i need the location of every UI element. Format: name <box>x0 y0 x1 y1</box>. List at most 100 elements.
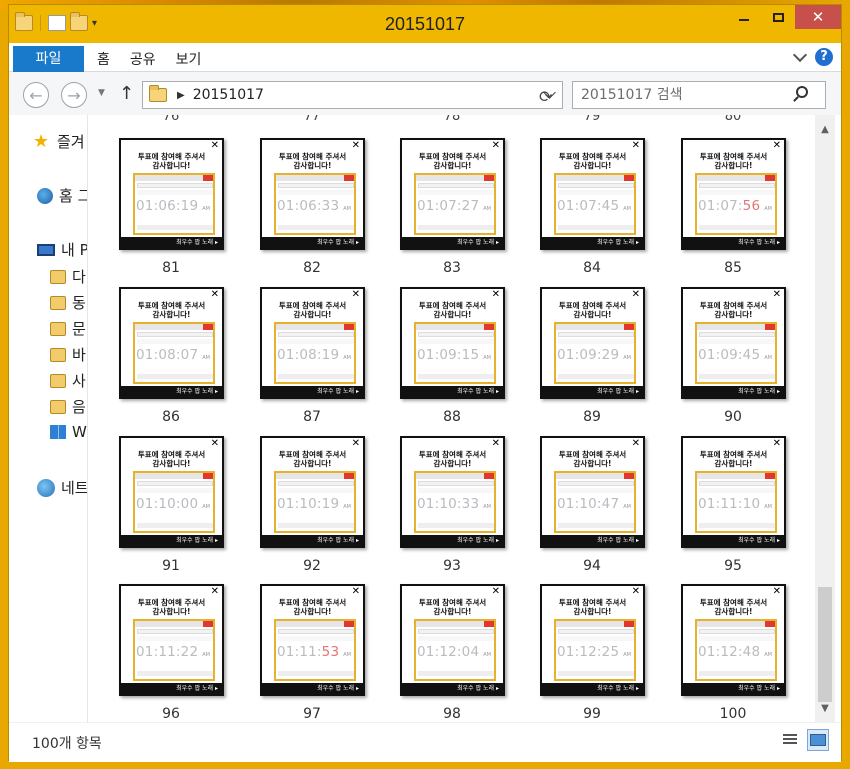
file-thumbnail[interactable]: ✕ 투표에 참여해 주셔서 감사합니다! 01:11:10 AM 최우수 팝 노래 ▸ <box>681 436 786 548</box>
nav-this-pc[interactable]: 내 P <box>37 239 87 260</box>
file-thumbnail[interactable]: ✕ 투표에 참여해 주셔서 감사합니다! 01:12:48 AM 최우수 팝 노래 ▸ <box>681 584 786 696</box>
file-thumbnail[interactable]: ✕ 투표에 참여해 주셔서 감사합니다! 01:10:47 AM 최우수 팝 노래 ▸ <box>540 436 645 548</box>
browser-toolbar <box>278 339 354 344</box>
up-folder-button[interactable]: ↑ <box>119 83 134 104</box>
file-thumbnail[interactable]: ✕ 투표에 참여해 주셔서 감사합니다! 01:07:45 AM 최우수 팝 노래 ▸ <box>540 138 645 250</box>
file-thumbnail[interactable]: ✕ 투표에 참여해 주셔서 감사합니다! 01:09:45 AM 최우수 팝 노래 ▸ <box>681 287 786 399</box>
file-label[interactable]: 89 <box>532 409 652 425</box>
nav-downloads[interactable]: 다 <box>50 266 86 287</box>
large-icons-view-button[interactable] <box>807 729 829 751</box>
browser-statusbar <box>699 523 775 528</box>
nav-music[interactable]: 음 <box>50 396 86 417</box>
file-thumbnail[interactable]: ✕ 투표에 참여해 주셔서 감사합니다! 01:07:56 AM 최우수 팝 노래 ▸ <box>681 138 786 250</box>
file-label[interactable]: 90 <box>673 409 793 425</box>
nav-windows-drive[interactable]: W <box>50 423 87 441</box>
file-thumbnail[interactable]: ✕ 투표에 참여해 주셔서 감사합니다! 01:10:33 AM 최우수 팝 노래 ▸ <box>400 436 505 548</box>
file-label[interactable]: 99 <box>532 706 652 722</box>
file-label[interactable]: 83 <box>392 260 512 276</box>
nav-documents[interactable]: 문 <box>50 318 86 339</box>
file-label[interactable]: 95 <box>673 558 793 574</box>
file-thumbnail[interactable]: ✕ 투표에 참여해 주셔서 감사합니다! 01:08:07 AM 최우수 팝 노래 ▸ <box>119 287 224 399</box>
breadcrumb-current-folder[interactable]: 20151017 <box>193 87 264 103</box>
maximize-button[interactable] <box>761 5 795 29</box>
file-thumbnail[interactable]: ✕ 투표에 참여해 주셔서 감사합니다! 01:06:19 AM 최우수 팝 노래 ▸ <box>119 138 224 250</box>
tab-share[interactable]: 공유 <box>130 49 156 69</box>
browser-titlebar <box>556 473 634 479</box>
file-label[interactable]: 94 <box>532 558 652 574</box>
back-button[interactable]: ← <box>23 82 49 108</box>
scrollbar-thumb[interactable] <box>818 587 832 702</box>
clock-time: 01:09:29 <box>557 347 619 363</box>
browser-toolbar <box>137 339 213 344</box>
scroll-down-icon[interactable]: ▼ <box>815 698 835 718</box>
forward-button[interactable]: → <box>61 82 87 108</box>
vertical-scrollbar[interactable]: ▲ ▼ <box>815 115 835 722</box>
title-bar[interactable]: ▾ 20151017 ✕ <box>9 5 841 43</box>
file-thumbnail[interactable]: ✕ 투표에 참여해 주셔서 감사합니다! 01:06:33 AM 최우수 팝 노래 ▸ <box>260 138 365 250</box>
file-thumbnail[interactable]: ✕ 투표에 참여해 주셔서 감사합니다! 01:11:22 AM 최우수 팝 노래 ▸ <box>119 584 224 696</box>
nav-network[interactable]: 네트 <box>37 477 87 498</box>
thumbnail-message: 투표에 참여해 주셔서 감사합니다! <box>683 301 784 319</box>
address-bar[interactable]: ▶ 20151017 <box>142 81 563 109</box>
tab-file[interactable]: 파일 <box>13 46 84 72</box>
file-label[interactable]: 87 <box>252 409 372 425</box>
file-label[interactable]: 85 <box>673 260 793 276</box>
file-label[interactable]: 98 <box>392 706 512 722</box>
tab-home[interactable]: 홈 <box>97 49 110 69</box>
browser-statusbar <box>137 225 213 230</box>
recent-locations-dropdown-icon[interactable]: ▼ <box>98 88 105 98</box>
nav-pictures[interactable]: 사 <box>50 370 86 391</box>
browser-statusbar <box>278 523 354 528</box>
file-thumbnail[interactable]: ✕ 투표에 참여해 주셔서 감사합니다! 01:10:00 AM 최우수 팝 노래 ▸ <box>119 436 224 548</box>
file-thumbnail[interactable]: ✕ 투표에 참여해 주셔서 감사합니다! 01:12:04 AM 최우수 팝 노래 ▸ <box>400 584 505 696</box>
browser-address <box>418 332 494 337</box>
help-icon[interactable]: ? <box>815 48 833 66</box>
file-label[interactable]: 82 <box>252 260 372 276</box>
nav-videos[interactable]: 동 <box>50 292 86 313</box>
file-label[interactable]: 84 <box>532 260 652 276</box>
expand-ribbon-chevron-icon[interactable] <box>792 47 808 63</box>
file-thumbnail[interactable]: ✕ 투표에 참여해 주셔서 감사합니다! 01:09:29 AM 최우수 팝 노래 ▸ <box>540 287 645 399</box>
file-label-partial[interactable]: 76 <box>111 115 231 124</box>
nav-homegroup[interactable]: 홈 그 <box>37 185 87 206</box>
file-label[interactable]: 93 <box>392 558 512 574</box>
file-label[interactable]: 88 <box>392 409 512 425</box>
clock-time-main: 01:11:22 <box>136 644 199 660</box>
file-label[interactable]: 96 <box>111 706 231 722</box>
file-label[interactable]: 100 <box>673 706 793 722</box>
file-label-partial[interactable]: 78 <box>392 115 512 124</box>
file-label[interactable]: 86 <box>111 409 231 425</box>
file-label-partial[interactable]: 80 <box>673 115 793 124</box>
breadcrumb-chevron-icon[interactable]: ▶ <box>177 90 185 101</box>
browser-titlebar <box>697 175 775 181</box>
nav-desktop[interactable]: 바 <box>50 344 86 365</box>
message-line: 감사합니다! <box>293 607 332 616</box>
file-label[interactable]: 81 <box>111 260 231 276</box>
file-thumbnail[interactable]: ✕ 투표에 참여해 주셔서 감사합니다! 01:07:27 AM 최우수 팝 노래 ▸ <box>400 138 505 250</box>
file-thumbnail[interactable]: ✕ 투표에 참여해 주셔서 감사합니다! 01:09:15 AM 최우수 팝 노래 ▸ <box>400 287 505 399</box>
close-button[interactable]: ✕ <box>795 5 841 29</box>
file-label[interactable]: 97 <box>252 706 372 722</box>
clock-time-main: 01:10:33 <box>417 496 480 512</box>
file-thumbnail[interactable]: ✕ 투표에 참여해 주셔서 감사합니다! 01:10:19 AM 최우수 팝 노래 ▸ <box>260 436 365 548</box>
nav-favorites[interactable]: ★ 즐겨 <box>33 131 85 152</box>
file-label[interactable]: 91 <box>111 558 231 574</box>
file-thumbnail[interactable]: ✕ 투표에 참여해 주셔서 감사합니다! 01:08:19 AM 최우수 팝 노래 ▸ <box>260 287 365 399</box>
file-label-partial[interactable]: 77 <box>252 115 372 124</box>
minimize-button[interactable] <box>727 5 761 29</box>
scroll-up-icon[interactable]: ▲ <box>815 119 835 139</box>
message-line: 투표에 참여해 주셔서 <box>699 450 768 459</box>
navigation-pane[interactable]: ★ 즐겨 홈 그 내 P 다 동 문 <box>9 115 88 722</box>
file-thumbnail[interactable]: ✕ 투표에 참여해 주셔서 감사합니다! 01:12:25 AM 최우수 팝 노래 ▸ <box>540 584 645 696</box>
details-view-button[interactable] <box>779 729 801 751</box>
file-label[interactable]: 92 <box>252 558 372 574</box>
file-label-partial[interactable]: 79 <box>532 115 652 124</box>
tab-view[interactable]: 보기 <box>176 49 202 69</box>
refresh-icon[interactable]: ⟳ <box>539 87 552 106</box>
browser-statusbar <box>558 374 634 379</box>
message-line: 투표에 참여해 주셔서 <box>699 152 768 161</box>
file-grid[interactable]: 76 77 78 79 80 ✕ 투표에 참여해 주셔서 감사합니다! 01:06:19 AM 최… <box>89 115 814 722</box>
search-input[interactable]: 20151017 검색 <box>572 81 826 109</box>
file-thumbnail[interactable]: ✕ 투표에 참여해 주셔서 감사합니다! 01:11:53 AM 최우수 팝 노래 ▸ <box>260 584 365 696</box>
search-button[interactable] <box>796 86 808 98</box>
